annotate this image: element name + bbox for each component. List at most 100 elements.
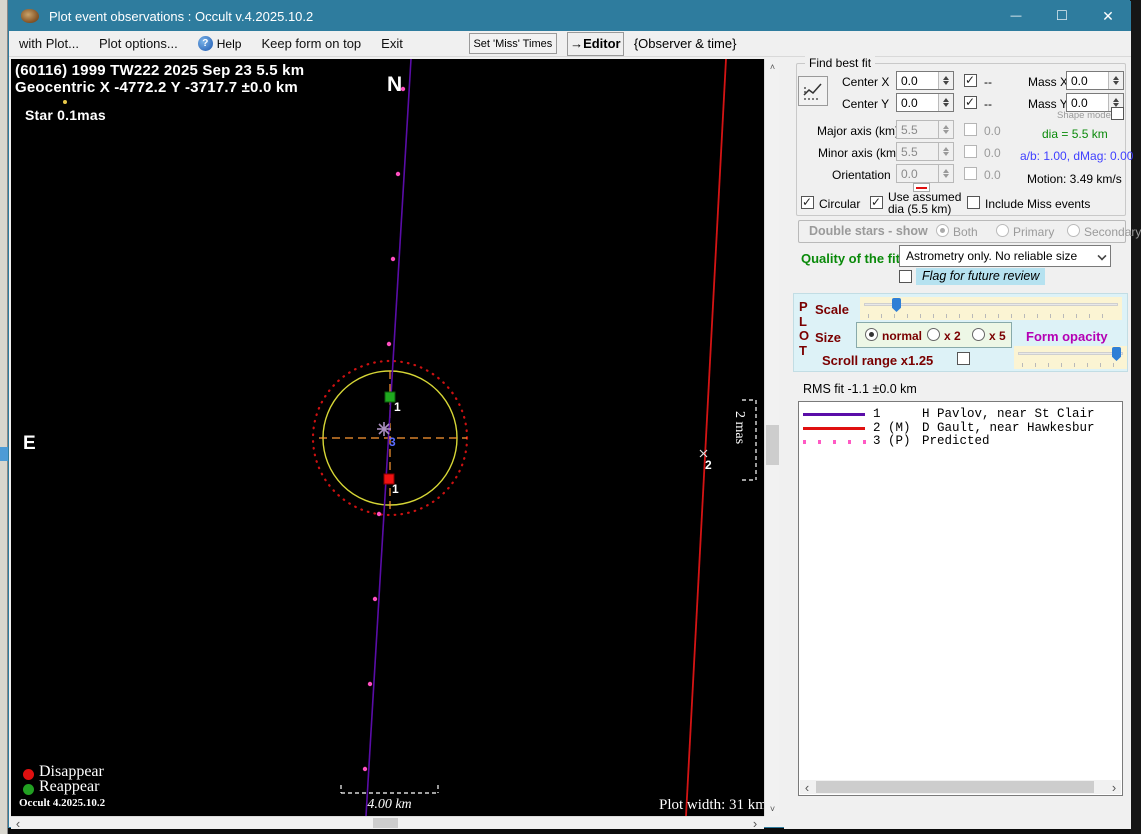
plot-vertical-scrollbar[interactable] [764,59,779,816]
plot-title-line2: Geocentric X -4772.2 Y -3717.7 ±0.0 km [15,79,298,96]
desktop-edge [1130,0,1141,834]
observer-row-1[interactable]: 1 H Pavlov, near St Clair [799,407,1122,422]
major-axis-flag: 0.0 [984,124,1001,138]
mass-y-value: 0.0 [1071,96,1088,110]
observer-row-3[interactable]: 3 (P) Predicted [799,434,1122,448]
minor-axis-spinner: 5.5 [896,142,954,161]
circular-checkbox[interactable] [801,195,814,209]
fit-graph-button[interactable] [798,76,828,106]
minor-axis-label: Minor axis (km) [818,146,901,160]
plot-horizontal-scrollbar[interactable] [11,816,764,829]
orientation-value: 0.0 [901,167,918,181]
help-icon [197,36,213,51]
scroll-up-icon[interactable] [765,59,780,74]
observer-2-num: 2 [873,420,881,435]
close-icon[interactable] [1085,1,1131,31]
scale-slider-thumb[interactable] [892,298,901,312]
horizontal-scroll-thumb[interactable] [373,818,398,828]
use-assumed-checkbox[interactable] [870,195,883,209]
menu-help[interactable]: Help [188,32,252,55]
minor-axis-flag: 0.0 [984,146,1001,160]
minor-axis-checkbox [964,145,977,158]
form-opacity-track [1018,352,1123,355]
include-miss-label: Include Miss events [985,197,1091,211]
reappear-dot-icon [23,784,34,795]
double-secondary-label: Secondary [1084,225,1141,239]
menu-plot-options[interactable]: Plot options... [89,32,188,55]
flag-review-label: Flag for future review [916,268,1046,285]
size-x5-radio[interactable] [972,328,985,341]
scroll-down-icon[interactable] [765,801,780,816]
listbox-scroll-right-icon[interactable] [1107,781,1121,793]
app-icon [21,9,39,23]
double-primary-radio [996,224,1009,237]
background-window-sliver [0,0,8,834]
control-panel: Find best fit Center X 0.0 -- Mass X 0.0… [784,56,1141,829]
version-label: Occult 4.2025.10.2 [19,797,106,809]
flag-review-checkbox[interactable] [899,270,912,283]
shape-model-checkbox[interactable] [1111,107,1124,120]
double-stars-label: Double stars - show [809,224,928,238]
size-normal-radio[interactable] [865,328,878,341]
include-miss-checkbox[interactable] [967,196,980,209]
mass-x-label: Mass X [1028,75,1069,89]
shape-model-label: Shape model [1057,110,1113,121]
menu-bar: with Plot... Plot options... Help Keep f… [9,31,1131,57]
form-opacity-thumb[interactable] [1112,347,1121,361]
center-x-spin-icons[interactable] [938,72,953,89]
center-station-label: 3 [389,435,396,449]
plot-area[interactable]: (60116) 1999 TW222 2025 Sep 23 5.5 km Ge… [11,59,764,816]
center-y-spinner[interactable]: 0.0 [896,93,954,112]
observer-time-label: {Observer & time} [633,36,737,51]
observer-1-name: H Pavlov, near St Clair [922,407,1095,422]
plot-controls-panel: PLOT Scale Size normal x 2 x 5 Form opac… [793,293,1128,372]
center-x-spinner[interactable]: 0.0 [896,71,954,90]
mass-x-spinner[interactable]: 0.0 [1066,71,1124,90]
form-opacity-slider[interactable] [1014,346,1127,369]
double-both-label: Both [953,225,978,239]
scroll-right-icon[interactable] [748,817,762,829]
editor-button[interactable]: →Editor [566,31,624,56]
circular-label: Circular [819,197,861,211]
quality-dropdown[interactable]: Astrometry only. No reliable size [899,245,1111,267]
scale-slider-ticks [868,314,1114,318]
disappear-dot-icon [23,769,34,780]
listbox-scroll-thumb[interactable] [816,781,1094,793]
observer-1-num: 1 [873,407,881,422]
double-secondary-radio [1067,224,1080,237]
quality-value: Astrometry only. No reliable size [906,249,1078,263]
form-opacity-label: Form opacity [1026,329,1108,344]
size-x2-radio[interactable] [927,328,940,341]
scroll-left-icon[interactable] [11,817,25,829]
orientation-label: Orientation [832,168,891,182]
center-y-checkbox[interactable] [964,95,977,109]
chord1-swatch [803,408,869,420]
orientation-flag: 0.0 [984,168,1001,182]
orientation-checkbox [964,167,977,180]
set-miss-times-button[interactable]: Set 'Miss' Times [468,33,557,54]
screen: Plot event observations : Occult v.4.202… [0,0,1141,834]
menu-exit[interactable]: Exit [371,32,413,55]
major-axis-checkbox [964,123,977,136]
chord1-bottom-station-label: 1 [392,482,399,496]
observer-row-2[interactable]: 2 (M) D Gault, near Hawkesbur [799,420,1122,435]
center-y-spin-icons[interactable] [938,94,953,111]
title-bar: Plot event observations : Occult v.4.202… [9,1,1131,31]
scale-slider[interactable] [860,297,1122,320]
maximize-icon[interactable] [1039,1,1085,31]
size-label: Size [815,330,842,345]
listbox-scrollbar[interactable] [800,780,1121,794]
mass-x-spin-icons[interactable] [1108,72,1123,89]
scroll-range-checkbox[interactable] [957,352,970,365]
menu-keep-on-top[interactable]: Keep form on top [251,32,371,55]
mas-scale-label: 2 mas [732,411,747,445]
vertical-scroll-thumb[interactable] [766,425,779,465]
listbox-scroll-left-icon[interactable] [800,781,814,793]
observer-2-flag: (M) [888,420,911,435]
major-axis-spin-icons [938,121,953,138]
center-x-label: Center X [842,75,890,89]
observers-listbox[interactable]: 1 H Pavlov, near St Clair 2 (M) D Gault,… [798,401,1123,796]
center-x-checkbox[interactable] [964,73,977,87]
minimize-icon[interactable] [993,1,1039,31]
menu-with-plot[interactable]: with Plot... [9,32,89,55]
